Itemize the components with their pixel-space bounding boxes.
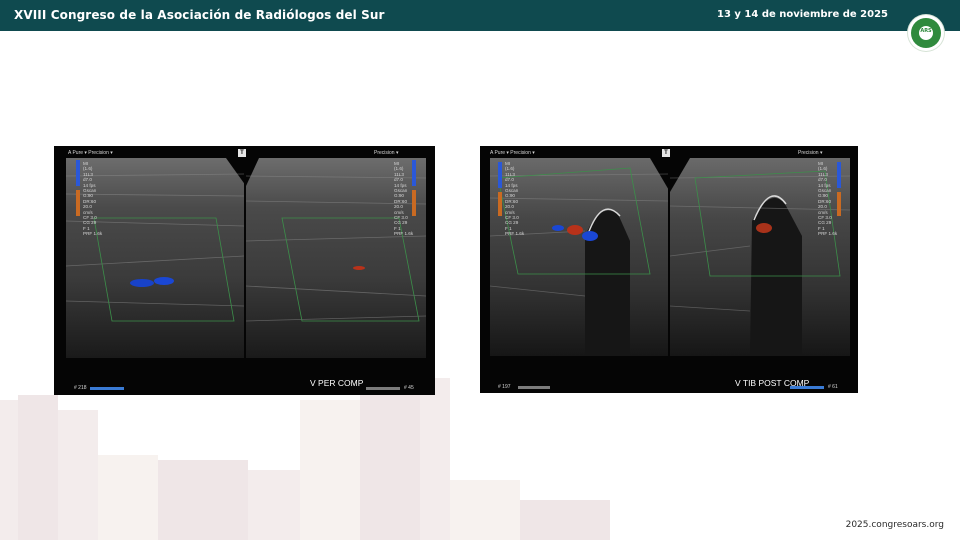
transducer-marker: T: [238, 149, 246, 157]
ultrasound-scan-graphic: [480, 146, 858, 393]
mode-label-right: Precision ▾: [798, 150, 823, 156]
ultrasound-image-popliteal: A Pure ▾ Precision ▾ Precision ▾ T MI (1…: [54, 146, 435, 395]
frame-counter-left: # 218: [74, 385, 87, 391]
slide-header: XVIII Congreso de la Asociación de Radió…: [0, 0, 960, 31]
settings-readout-right: MI (1.6) 11L3 d7.0 14 fps Gscan G:90 DR:…: [818, 161, 838, 237]
congress-title: XVIII Congreso de la Asociación de Radió…: [14, 8, 385, 22]
mode-label-left: A Pure ▾ Precision ▾: [68, 150, 113, 156]
ars-logo-icon: ARS: [908, 15, 944, 51]
frame-counter-right: # 45: [404, 385, 414, 391]
settings-readout-left: MI (1.6) 11L3 d7.0 14 fps Gscan G:90 DR:…: [505, 161, 525, 237]
congress-website: 2025.congresoars.org: [845, 520, 944, 530]
ultrasound-scan-graphic: [54, 146, 435, 395]
frame-counter-left: # 197: [498, 384, 511, 390]
settings-readout-right: MI (1.6) 11L3 d7.0 14 fps Gscan G:90 DR:…: [394, 161, 414, 237]
image-caption: V PER COMP: [310, 378, 364, 388]
transducer-marker: T: [662, 149, 670, 157]
mode-label-right: Precision ▾: [374, 150, 399, 156]
mode-label-left: A Pure ▾ Precision ▾: [490, 150, 535, 156]
frame-counter-right: # 61: [828, 384, 838, 390]
image-caption: V TIB POST COMP: [735, 378, 810, 388]
ultrasound-image-posterior-tibial: A Pure ▾ Precision ▾ Precision ▾ T MI (1…: [480, 146, 858, 393]
settings-readout-left: MI (1.6) 11L3 d7.0 14 fps Gscan G:90 DR:…: [83, 161, 103, 237]
congress-date: 13 y 14 de noviembre de 2025: [717, 9, 888, 20]
logo-text: ARS: [920, 28, 932, 34]
